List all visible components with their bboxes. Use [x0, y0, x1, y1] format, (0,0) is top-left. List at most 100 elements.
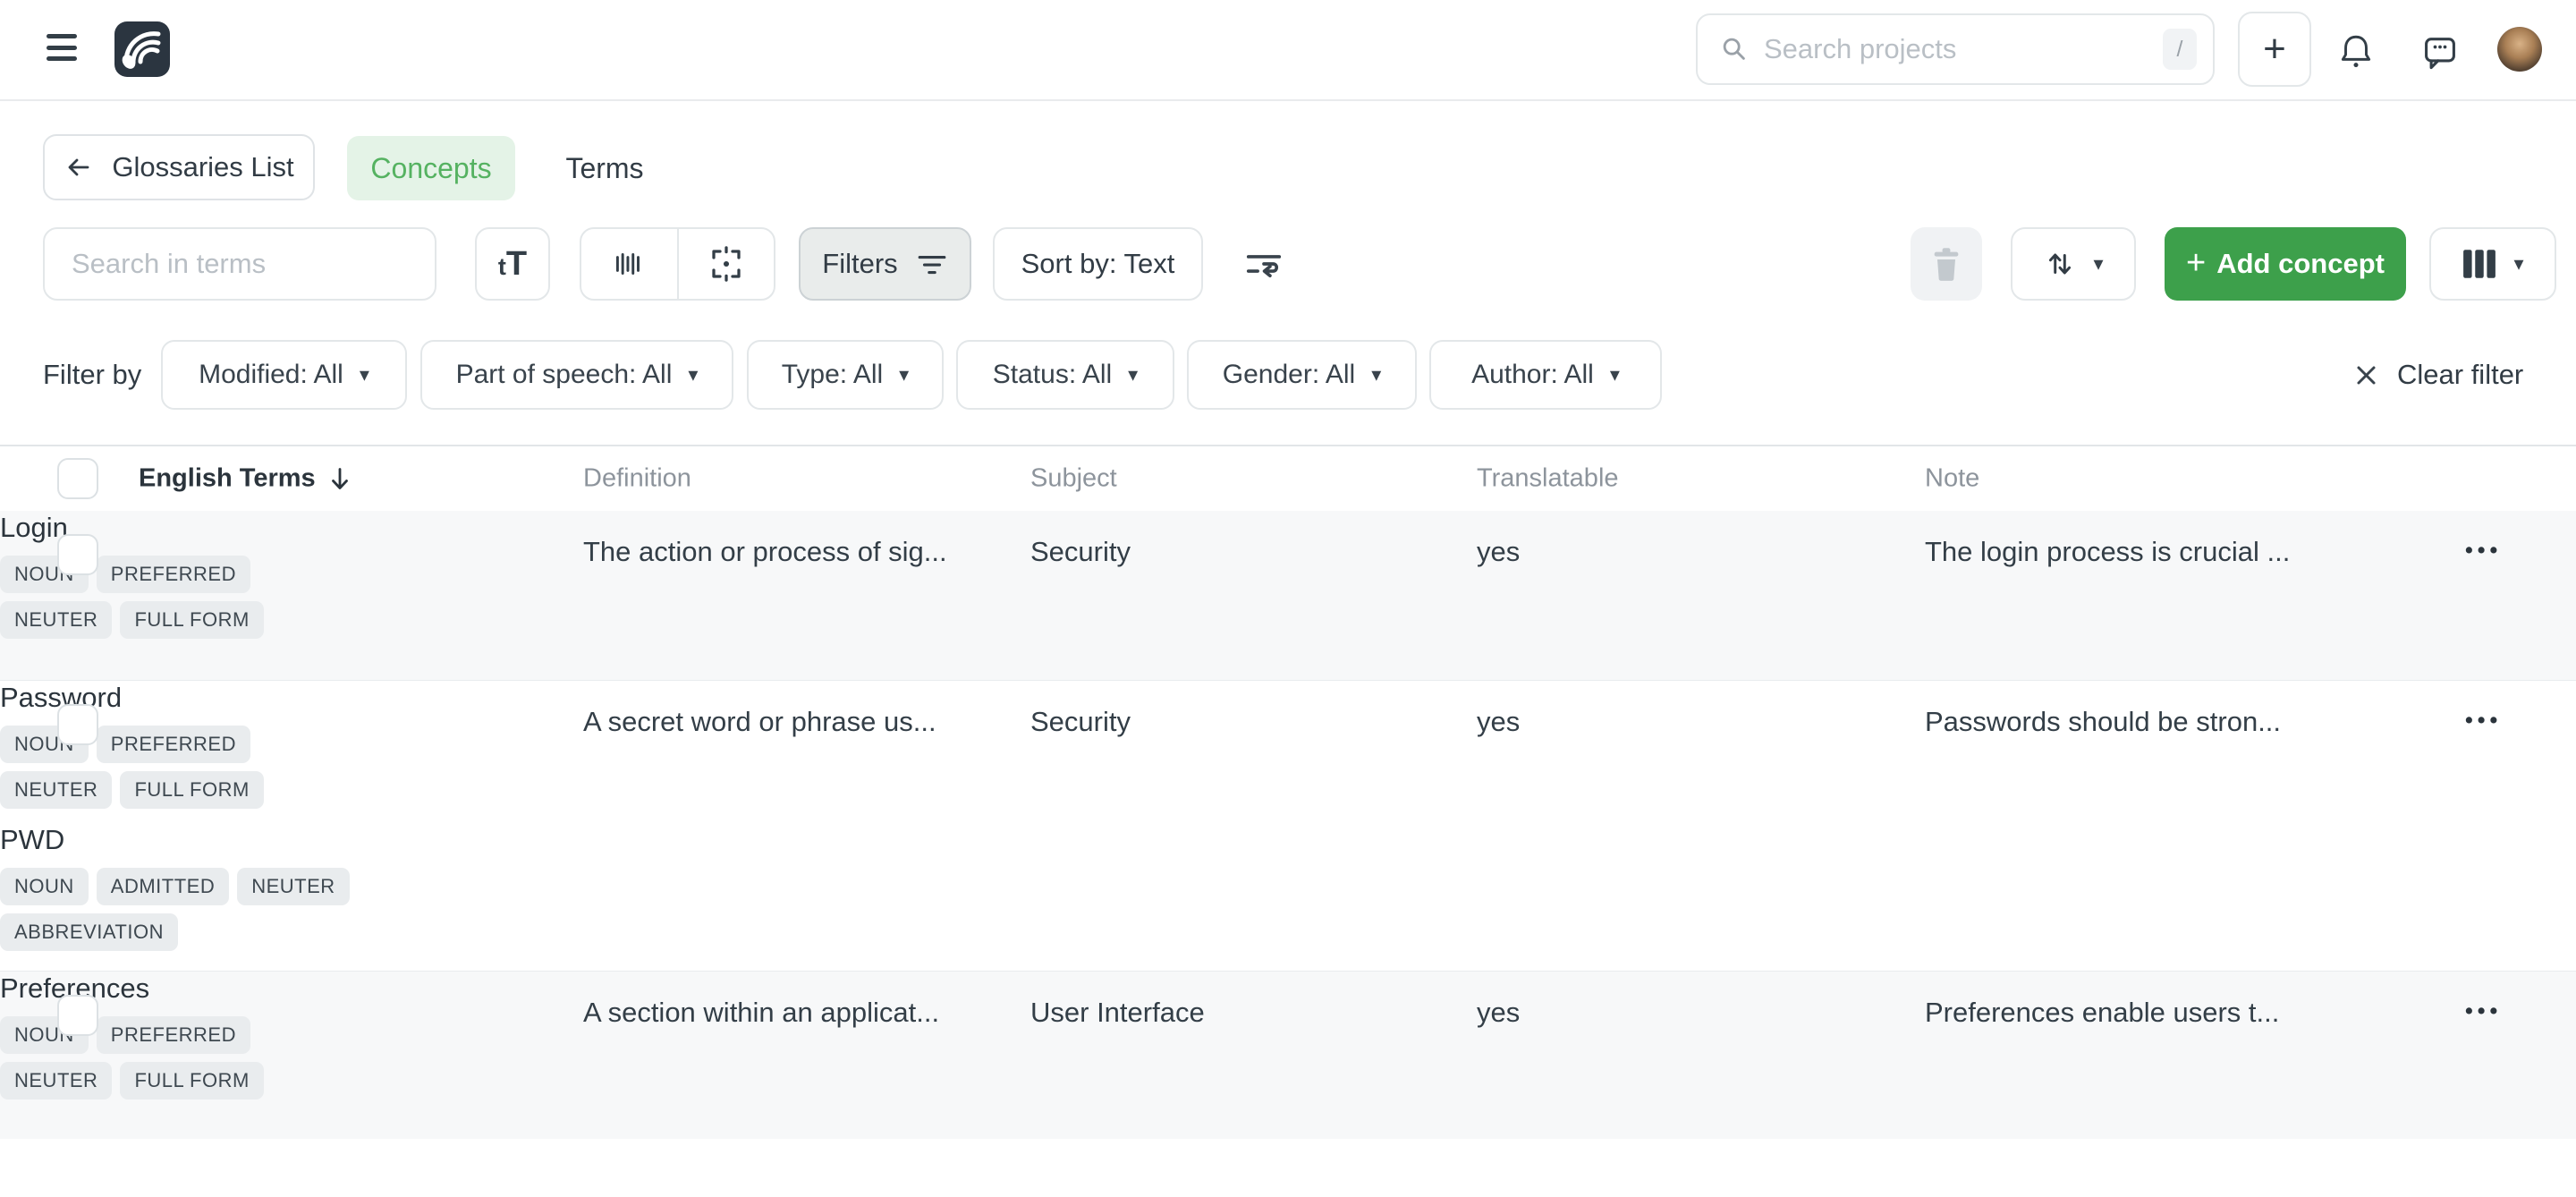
table-header: English Terms Definition Subject Transla… [0, 445, 2576, 511]
row-actions-menu-icon[interactable]: ••• [2465, 538, 2502, 564]
term-text: Preferences [0, 972, 367, 1006]
columns-visibility-button[interactable]: ▾ [2429, 227, 2556, 301]
term-tag: NOUN [0, 868, 89, 905]
clear-filter-label: Clear filter [2397, 359, 2523, 391]
text-case-icon: tT [498, 247, 527, 281]
create-new-button[interactable]: + [2238, 12, 2311, 87]
filter-modified-dropdown[interactable]: Modified: All ▾ [161, 340, 407, 410]
user-avatar[interactable] [2497, 27, 2542, 72]
term-tag: FULL FORM [120, 601, 263, 639]
wrap-lines-button[interactable] [1236, 227, 1292, 301]
translatable-cell: yes [1477, 706, 1520, 738]
filters-button[interactable]: Filters [799, 227, 971, 301]
term-tag: NEUTER [237, 868, 349, 905]
chat-bubble-icon [2420, 32, 2460, 72]
viewfinder-icon [708, 245, 745, 283]
hamburger-menu-icon[interactable] [47, 34, 77, 61]
focus-frame-button[interactable] [677, 229, 775, 299]
term-tags: NOUN PREFERRED NEUTER FULL FORM [0, 1016, 358, 1099]
text-case-button[interactable]: tT [475, 227, 550, 301]
terms-cell: Preferences NOUN PREFERRED NEUTER FULL F… [0, 972, 367, 1099]
filters-button-label: Filters [822, 248, 897, 280]
subject-cell: Security [1030, 706, 1131, 738]
term-tags: NOUN PREFERRED NEUTER FULL FORM [0, 726, 358, 809]
bell-icon [2337, 31, 2375, 72]
term-text: PWD [0, 823, 367, 857]
chevron-down-icon: ▾ [360, 365, 369, 385]
barcode-icon [610, 247, 648, 281]
definition-cell: A section within an applicat... [583, 997, 939, 1029]
sort-by-label: Sort by: Text [1021, 248, 1175, 280]
app-logo-icon[interactable] [114, 21, 170, 77]
term-tag: NEUTER [0, 1062, 112, 1099]
add-concept-button[interactable]: + Add concept [2165, 227, 2406, 301]
clear-filter-button[interactable]: Clear filter [2351, 340, 2523, 410]
terms-search[interactable] [43, 227, 436, 301]
subject-cell: Security [1030, 536, 1131, 568]
chevron-down-icon: ▾ [1128, 365, 1138, 385]
columns-icon [2462, 248, 2497, 280]
slash-shortcut-badge: / [2163, 29, 2197, 70]
filter-part-of-speech-dropdown[interactable]: Part of speech: All ▾ [420, 340, 733, 410]
chevron-down-icon: ▾ [688, 365, 698, 385]
select-all-checkbox[interactable] [57, 458, 98, 499]
tab-terms[interactable]: Terms [551, 136, 658, 200]
term-entry: Login NOUN PREFERRED NEUTER FULL FORM [0, 511, 367, 639]
tab-concepts[interactable]: Concepts [347, 136, 515, 200]
sort-descending-icon [326, 464, 353, 493]
filter-gender-dropdown[interactable]: Gender: All ▾ [1187, 340, 1417, 410]
row-checkbox[interactable] [57, 534, 98, 575]
sort-by-button[interactable]: Sort by: Text [993, 227, 1203, 301]
reorder-button[interactable]: ▾ [2011, 227, 2136, 301]
add-concept-label: Add concept [2216, 248, 2385, 280]
exact-match-button[interactable] [581, 229, 677, 299]
column-header-english-terms[interactable]: English Terms [139, 464, 353, 494]
chevron-down-icon: ▾ [2513, 254, 2523, 274]
column-header-definition: Definition [583, 464, 691, 494]
filter-part-of-speech-label: Part of speech: All [456, 360, 673, 390]
subject-cell: User Interface [1030, 997, 1205, 1029]
english-terms-header-label: English Terms [139, 464, 316, 494]
term-tag: PREFERRED [97, 556, 250, 593]
term-entry: PWD NOUN ADMITTED NEUTER ABBREVIATION [0, 823, 367, 951]
filter-author-dropdown[interactable]: Author: All ▾ [1429, 340, 1662, 410]
filter-status-label: Status: All [993, 360, 1112, 390]
filter-type-dropdown[interactable]: Type: All ▾ [747, 340, 944, 410]
concept-row-login[interactable]: Login NOUN PREFERRED NEUTER FULL FORM Th… [0, 511, 2576, 680]
plus-icon: + [2263, 30, 2286, 69]
search-projects-input[interactable] [1764, 33, 2163, 65]
search-in-terms-input[interactable] [72, 248, 408, 280]
term-text: Password [0, 681, 367, 715]
topbar: / + [0, 0, 2576, 101]
delete-selected-button[interactable] [1911, 227, 1982, 301]
trash-icon [1930, 246, 1962, 282]
terms-cell: Password NOUN PREFERRED NEUTER FULL FORM… [0, 681, 367, 951]
filter-status-dropdown[interactable]: Status: All ▾ [956, 340, 1174, 410]
clear-x-icon [2351, 360, 2381, 390]
back-arrow-icon [64, 152, 94, 183]
chevron-down-icon: ▾ [1610, 365, 1620, 385]
row-actions-menu-icon[interactable]: ••• [2465, 998, 2502, 1024]
term-tag: PREFERRED [97, 1016, 250, 1054]
concept-row-preferences[interactable]: Preferences NOUN PREFERRED NEUTER FULL F… [0, 971, 2576, 1139]
row-actions-menu-icon[interactable]: ••• [2465, 708, 2502, 734]
translatable-cell: yes [1477, 997, 1520, 1029]
filter-type-label: Type: All [782, 360, 883, 390]
project-search[interactable]: / [1696, 13, 2215, 85]
definition-cell: A secret word or phrase us... [583, 706, 936, 738]
notifications-button[interactable] [2333, 29, 2379, 75]
plus-icon: + [2186, 246, 2206, 280]
term-tags: NOUN ADMITTED NEUTER ABBREVIATION [0, 868, 358, 951]
terms-cell: Login NOUN PREFERRED NEUTER FULL FORM [0, 511, 367, 639]
back-button-label: Glossaries List [112, 151, 293, 183]
feedback-chat-button[interactable] [2417, 29, 2463, 75]
filter-by-label: Filter by [43, 340, 141, 410]
term-tags: NOUN PREFERRED NEUTER FULL FORM [0, 556, 358, 639]
term-tag: FULL FORM [120, 771, 263, 809]
concept-row-password[interactable]: Password NOUN PREFERRED NEUTER FULL FORM… [0, 680, 2576, 971]
term-tag: ADMITTED [97, 868, 229, 905]
definition-cell: The action or process of sig... [583, 536, 947, 568]
back-to-glossaries-button[interactable]: Glossaries List [43, 134, 315, 200]
row-checkbox[interactable] [57, 995, 98, 1036]
row-checkbox[interactable] [57, 704, 98, 745]
